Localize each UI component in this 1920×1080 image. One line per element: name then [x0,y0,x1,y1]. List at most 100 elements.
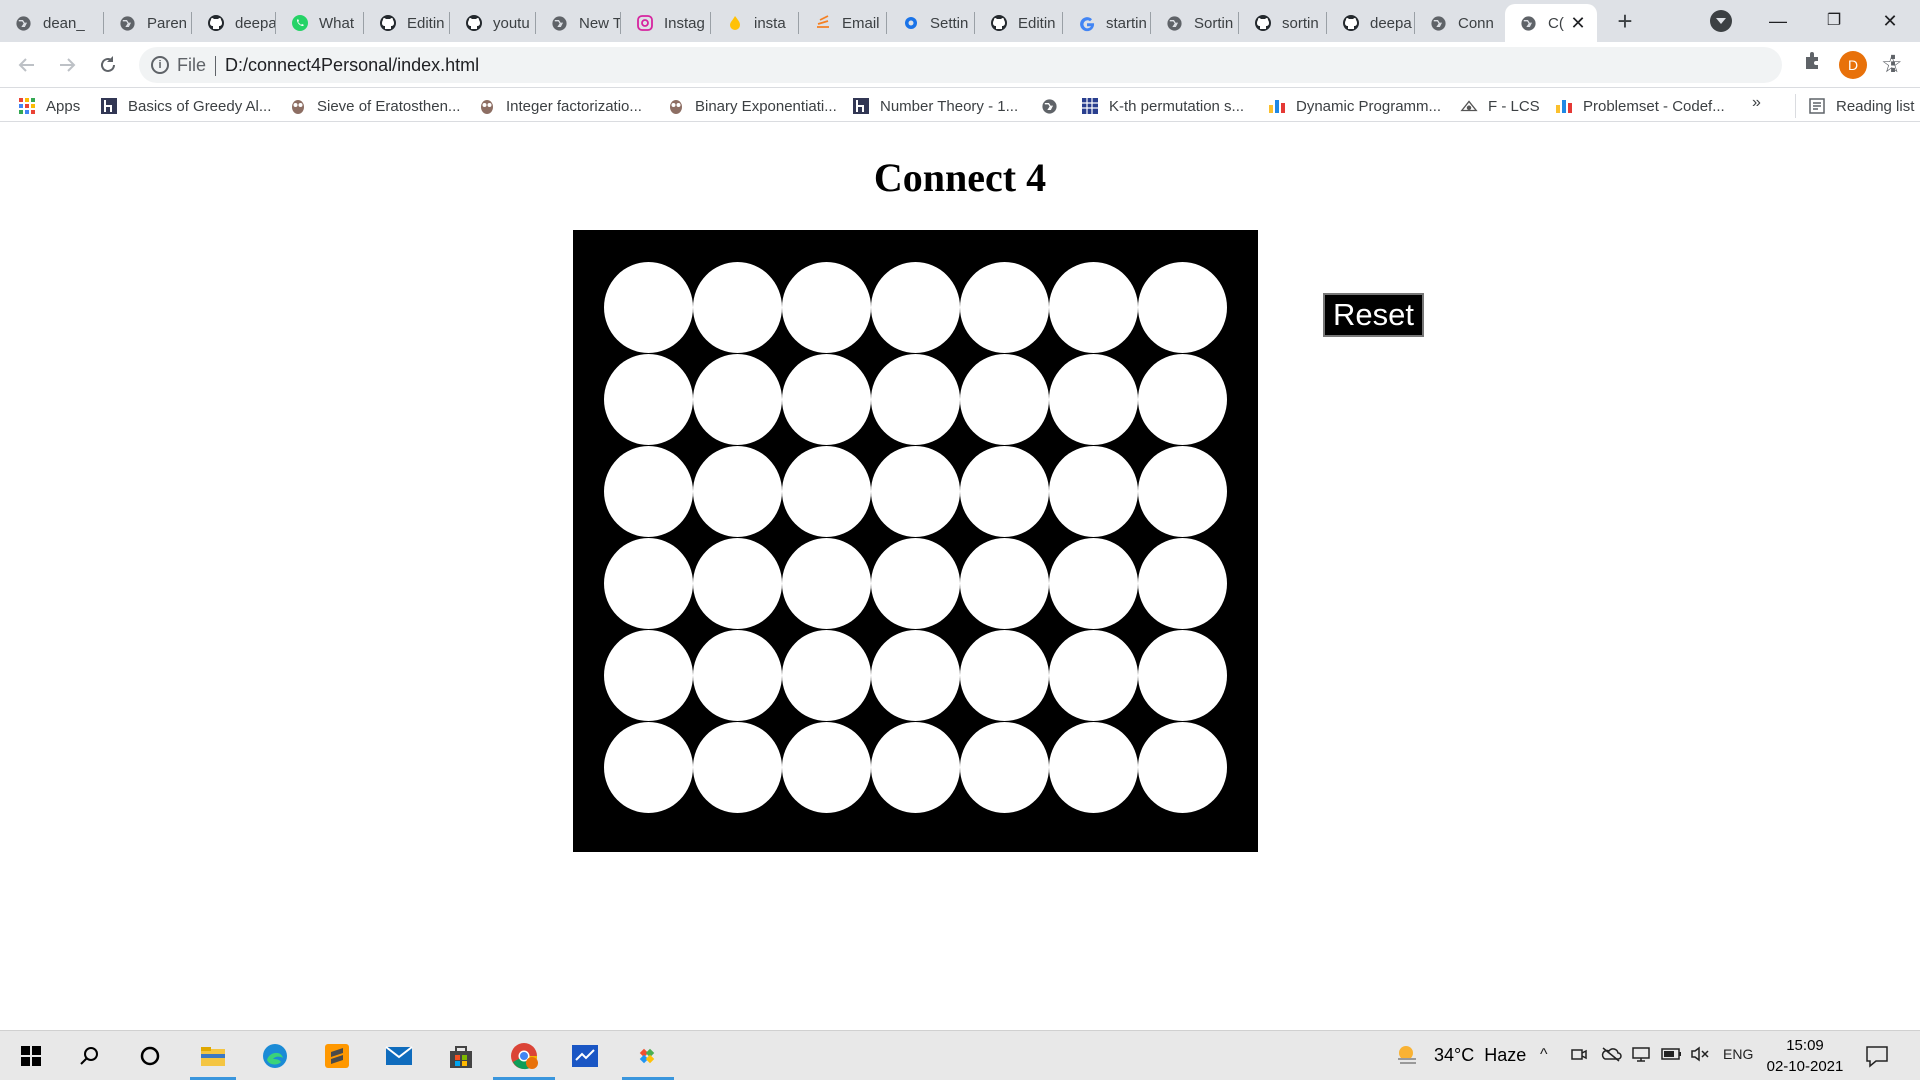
browser-tab[interactable]: deepa [192,4,276,42]
browser-tab[interactable]: Conn [1415,4,1505,42]
board-cell[interactable] [693,630,782,721]
browser-tab[interactable]: C(✕ [1505,4,1597,42]
board-cell[interactable] [782,354,871,445]
board-cell[interactable] [871,538,960,629]
browser-tab[interactable]: Email [799,4,887,42]
bookmark-item[interactable]: Sieve of Eratosthen... [289,94,460,118]
new-tab-button[interactable]: + [1611,8,1639,36]
network-icon[interactable] [1631,1046,1651,1067]
bookmark-item[interactable]: F - LCS [1460,94,1540,118]
onedrive-icon[interactable] [1600,1046,1622,1067]
browser-tab[interactable]: Editin [364,4,450,42]
board-cell[interactable] [604,446,693,537]
reload-button[interactable] [93,50,123,80]
board-cell[interactable] [604,262,693,353]
bookmark-item[interactable]: Integer factorizatio... [478,94,642,118]
cortana-icon[interactable] [133,1039,167,1073]
show-hidden-icons-chevron-icon[interactable]: ^ [1540,1046,1548,1064]
bookmark-item[interactable]: Problemset - Codef... [1555,94,1725,118]
info-icon[interactable]: i [151,56,169,74]
battery-icon[interactable] [1661,1046,1683,1067]
browser-tab[interactable]: What [276,4,364,42]
browser-tab[interactable]: New T [536,4,621,42]
edge-icon[interactable] [258,1039,292,1073]
board-cell[interactable] [604,354,693,445]
browser-tab[interactable]: startin [1063,4,1151,42]
board-cell[interactable] [693,446,782,537]
board-cell[interactable] [1138,630,1227,721]
browser-tab[interactable]: insta [711,4,799,42]
board-cell[interactable] [693,538,782,629]
browser-tab[interactable]: youtu [450,4,536,42]
browser-tab[interactable]: Editin [975,4,1063,42]
minimize-button[interactable]: — [1758,6,1798,36]
whiteboard-icon[interactable] [568,1039,602,1073]
windows-start-icon[interactable] [14,1039,48,1073]
board-cell[interactable] [782,630,871,721]
board-cell[interactable] [960,722,1049,813]
board-cell[interactable] [1049,630,1138,721]
board-cell[interactable] [1138,722,1227,813]
restore-button[interactable]: ❐ [1814,6,1854,36]
tab-search-icon[interactable] [1710,10,1732,32]
chrome-icon[interactable] [507,1039,541,1073]
board-cell[interactable] [1138,446,1227,537]
more-menu-icon[interactable]: ⋮ [1880,50,1906,78]
board-cell[interactable] [693,354,782,445]
board-cell[interactable] [604,630,693,721]
address-url[interactable]: D:/connect4Personal/index.html [225,55,479,76]
board-cell[interactable] [693,262,782,353]
browser-tab[interactable]: Paren [104,4,192,42]
board-cell[interactable] [960,446,1049,537]
board-cell[interactable] [871,630,960,721]
board-cell[interactable] [871,446,960,537]
browser-tab[interactable]: sortin [1239,4,1327,42]
browser-tab[interactable]: Sortin [1151,4,1239,42]
board-cell[interactable] [960,262,1049,353]
bookmark-item[interactable]: Number Theory - 1... [852,94,1018,118]
browser-tab[interactable]: Instag [621,4,711,42]
board-cell[interactable] [871,722,960,813]
close-window-button[interactable]: ✕ [1870,6,1910,36]
file-explorer-icon[interactable] [196,1039,230,1073]
bookmark-item[interactable]: Apps [18,94,80,118]
profile-avatar[interactable]: D [1839,51,1867,79]
sublime-text-icon[interactable] [320,1039,354,1073]
board-cell[interactable] [1138,354,1227,445]
address-bar[interactable]: i File D:/connect4Personal/index.html ☆ [139,47,1903,83]
bookmark-item[interactable]: K-th permutation s... [1081,94,1244,118]
board-cell[interactable] [1049,722,1138,813]
board-cell[interactable] [960,630,1049,721]
board-cell[interactable] [782,722,871,813]
board-cell[interactable] [960,538,1049,629]
browser-tab[interactable]: Settin [887,4,975,42]
board-cell[interactable] [1049,354,1138,445]
search-icon[interactable] [72,1039,106,1073]
board-cell[interactable] [871,262,960,353]
notification-center-icon[interactable] [1864,1043,1890,1069]
board-cell[interactable] [782,446,871,537]
browser-tab[interactable]: dean_ [0,4,104,42]
board-cell[interactable] [693,722,782,813]
board-cell[interactable] [871,354,960,445]
board-cell[interactable] [782,262,871,353]
git-icon[interactable] [630,1039,664,1073]
board-cell[interactable] [782,538,871,629]
bookmarks-overflow-button[interactable]: » [1752,94,1761,112]
meet-now-icon[interactable] [1570,1046,1588,1067]
reset-button[interactable]: Reset [1323,293,1424,337]
bookmark-item[interactable]: Binary Exponentiati... [667,94,837,118]
system-clock[interactable]: 15:09 02-10-2021 [1758,1035,1852,1077]
bookmark-item[interactable]: Dynamic Programm... [1268,94,1441,118]
mail-icon[interactable] [382,1039,416,1073]
board-cell[interactable] [1138,262,1227,353]
reading-list-button[interactable]: Reading list [1795,94,1914,118]
board-cell[interactable] [1049,446,1138,537]
extensions-puzzle-icon[interactable] [1800,50,1826,76]
board-cell[interactable] [604,722,693,813]
board-cell[interactable] [1049,538,1138,629]
store-icon[interactable] [444,1039,478,1073]
close-tab-icon[interactable]: ✕ [1569,14,1587,32]
bookmark-item[interactable] [1040,94,1068,118]
volume-muted-icon[interactable] [1690,1046,1710,1067]
